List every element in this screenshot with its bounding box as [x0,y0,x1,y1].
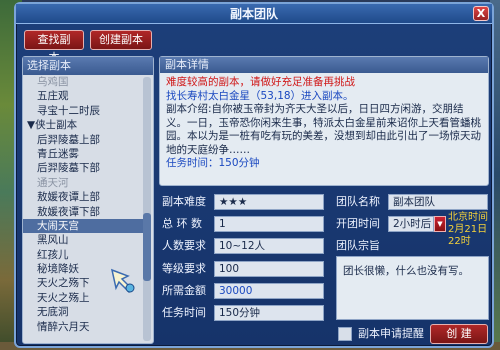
team-name-input[interactable]: 副本团队 [388,194,488,210]
difficulty-warning: 难度较高的副本，请做好充足准备再挑战 [166,76,355,88]
rounds-label: 总 环 数 [162,217,202,230]
dungeon-list-item[interactable]: 青丘迷雾 [23,147,145,161]
dungeon-list-header: 选择副本 [23,57,153,75]
create-team-button[interactable]: 创 建 [430,324,488,344]
dungeon-list-item[interactable]: 红孩儿 [23,248,145,262]
gold-label: 所需金额 [162,284,206,297]
dungeon-list-item[interactable]: 情醉六月天 [23,320,145,334]
list-group-header[interactable]: ▼侠士副本 [23,118,145,132]
list-scroll-thumb[interactable] [143,213,151,281]
dungeon-list-item[interactable]: 后羿陵墓下部 [23,161,145,175]
dungeon-list-item[interactable]: 乌鸡国 [23,75,145,89]
create-dungeon-button[interactable]: 创建副本 [90,30,152,50]
beijing-time-label: 北京时间 [448,212,488,223]
task-time-label: 任务时间 [162,306,206,319]
dungeon-list-item[interactable]: 通天河 [23,176,145,190]
detail-time-label: 任务时间： [166,157,219,169]
team-name-label: 团队名称 [336,195,380,208]
dungeon-list-item[interactable]: 敖媛夜谭上部 [23,190,145,204]
window-title: 副本团队 [16,4,492,24]
dungeon-list-panel: 选择副本 乌鸡国 五庄观 寻宝十二时辰 ▼侠士副本 后羿陵墓上部 青丘迷雾 后羿陵墓下部 通天… [22,56,154,344]
dungeon-team-window: 副本团队 X 查找副本 创建副本 选择副本 乌鸡国五庄观寻宝十二时辰▼侠士副本后… [14,2,494,348]
dungeon-list-item[interactable]: 黑风山 [23,233,145,247]
players-value: 10~12人 [214,238,324,254]
dungeon-list-item[interactable]: 寻宝十二时辰 [23,104,145,118]
apply-reminder-checkbox[interactable] [338,327,352,341]
gold-value: 30000 [214,283,324,299]
dungeon-list-item[interactable]: 大闹天宫 [23,218,145,234]
motto-textarea[interactable]: 团长很懒，什么也没有写。 [336,256,489,320]
dungeon-detail-panel: 副本详情 难度较高的副本，请做好充足准备再挑战 找长寿村太白金星（53,18）进… [159,56,489,186]
players-label: 人数要求 [162,239,206,252]
level-value: 100 [214,261,324,277]
apply-reminder-label: 副本申请提醒 [358,327,424,340]
dungeon-list-item[interactable]: 无底洞 [23,305,145,319]
difficulty-label: 副本难度 [162,195,206,208]
dungeon-list-item[interactable]: 后羿陵墓上部 [23,133,145,147]
list-scrollbar[interactable] [143,77,151,341]
npc-instruction: 找长寿村太白金星（53,18）进入副本。 [166,89,354,102]
open-time-select[interactable]: 2小时后 [388,216,434,232]
level-label: 等级要求 [162,262,206,275]
cursor-icon [110,268,135,294]
beijing-time-value: 2月21日22时 [448,224,488,247]
detail-time-value: 150分钟 [218,157,260,169]
open-time-dropdown-icon[interactable]: ▼ [434,216,446,232]
dungeon-list-item[interactable]: 敖媛夜谭下部 [23,205,145,219]
rounds-value: 1 [214,216,324,232]
find-dungeon-button[interactable]: 查找副本 [24,30,84,64]
task-time-value: 150分钟 [214,305,324,321]
dungeon-detail-header: 副本详情 [160,57,488,73]
close-button[interactable]: X [473,6,489,21]
motto-label: 团队宗旨 [336,239,380,252]
dungeon-list: 乌鸡国 五庄观 寻宝十二时辰 ▼侠士副本 后羿陵墓上部 青丘迷雾 后羿陵墓下部 通天河 敖媛夜谭… [23,75,145,343]
open-time-label: 开团时间 [336,217,380,230]
difficulty-stars: ★★★ [214,194,324,210]
dungeon-intro: 副本介绍:自你被玉帝封为齐天大圣以后，日日四方闲游，交朋结义。一日，玉帝恐你闲来… [166,103,481,156]
dungeon-list-item[interactable]: 五庄观 [23,89,145,103]
